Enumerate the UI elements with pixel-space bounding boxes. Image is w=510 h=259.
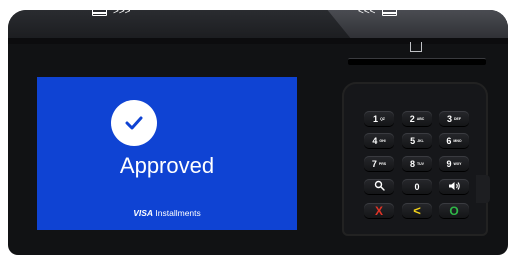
chip-insert-icon [410, 42, 422, 52]
key-letters: TUV [417, 161, 424, 166]
key-letters: QZ [380, 116, 385, 121]
key-digit: 2 [409, 113, 415, 124]
speaker-icon [448, 178, 461, 196]
key-9[interactable]: 9 WXY [439, 156, 469, 171]
volume-key[interactable] [439, 179, 469, 194]
key-digit: 5 [410, 135, 416, 146]
brand-footer: VISA Installments [37, 208, 297, 218]
key-letters: ABC [416, 116, 425, 121]
key-digit: 4 [372, 135, 378, 146]
key-digit: 3 [446, 113, 452, 124]
key-0[interactable]: 0 [402, 179, 432, 194]
card-reader [330, 40, 490, 70]
key-letters: JKL [417, 138, 424, 143]
key-7[interactable]: 7 PRS [364, 156, 394, 171]
key-letters: MNO [453, 138, 462, 143]
key-digit: 7 [371, 158, 377, 169]
swipe-indicator-right: <<< [358, 6, 397, 17]
key-letters: PRS [378, 161, 387, 166]
key-5[interactable]: 5 JKL [402, 133, 432, 148]
keypad-side-notch [476, 175, 490, 203]
key-digit: 8 [409, 158, 415, 169]
key-4[interactable]: 4 GHI [364, 133, 394, 148]
cancel-symbol: X [374, 203, 383, 218]
key-3[interactable]: 3 DEF [439, 111, 469, 126]
card-icon [92, 7, 107, 16]
card-icon [381, 7, 397, 16]
key-digit: 9 [446, 158, 452, 169]
key-1[interactable]: 1 QZ [364, 111, 394, 126]
status-message: Approved [119, 153, 215, 178]
key-letters: GHI [379, 138, 386, 143]
back-key[interactable]: < [402, 203, 432, 218]
key-digit: 1 [373, 113, 379, 124]
key-letters: DEF [454, 116, 461, 121]
key-2[interactable]: 2 ABC [402, 111, 432, 126]
key-8[interactable]: 8 TUV [402, 156, 432, 171]
swipe-arrows-right: <<< [358, 6, 376, 17]
key-letters: WXY [453, 161, 462, 166]
search-key[interactable] [364, 179, 394, 194]
card-slot[interactable] [348, 58, 486, 65]
key-digit: 6 [446, 135, 452, 146]
swipe-indicator-left: >>> [92, 6, 131, 17]
enter-symbol: O [449, 203, 459, 218]
enter-key[interactable]: O [439, 203, 469, 218]
swipe-arrows-left: >>> [113, 6, 131, 17]
visa-logo: VISA [133, 208, 154, 218]
installments-label: Installments [155, 208, 201, 218]
approved-check-icon [111, 100, 157, 146]
key-6[interactable]: 6 MNO [439, 133, 469, 148]
search-icon [374, 178, 385, 196]
back-symbol: < [413, 203, 421, 218]
cancel-key[interactable]: X [364, 203, 394, 218]
key-digit: 0 [414, 181, 420, 192]
